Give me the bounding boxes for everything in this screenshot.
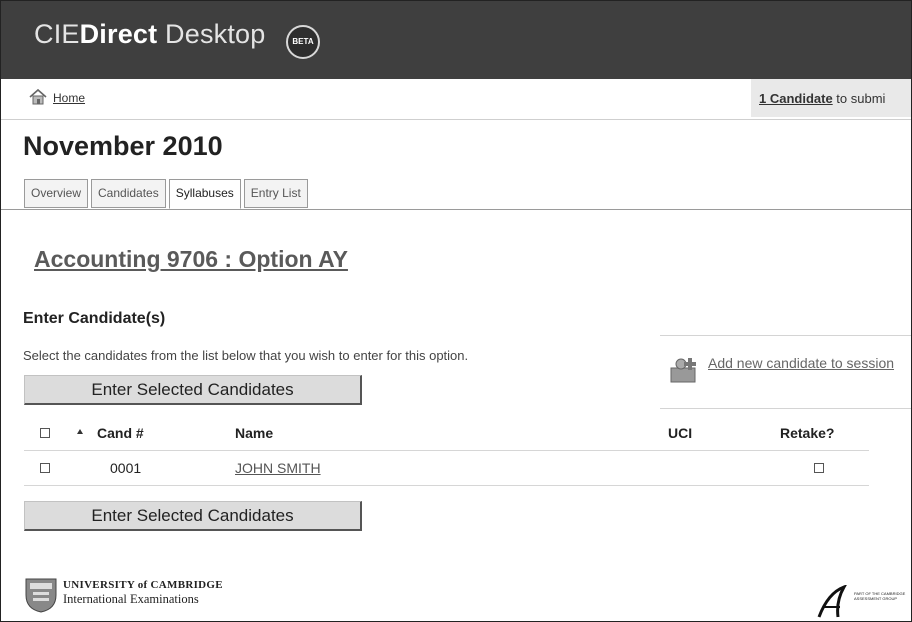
cand-number: 0001 [110, 460, 142, 476]
header-name[interactable]: Name [235, 425, 273, 441]
tab-entry-list[interactable]: Entry List [243, 179, 308, 208]
header-uci[interactable]: UCI [668, 425, 692, 441]
submit-count[interactable]: 1 Candidate [759, 91, 833, 106]
submit-status: 1 Candidate to submi [751, 79, 911, 117]
table-header-row: Cand # Name UCI Retake? [24, 416, 869, 451]
table-row: 0001 JOHN SMITH [24, 451, 869, 486]
tab-syllabuses[interactable]: Syllabuses [168, 179, 241, 209]
cambridge-line-2: International Examinations [63, 592, 199, 606]
page-title: November 2010 [23, 131, 223, 161]
candidates-table: Cand # Name UCI Retake? 0001 JOHN SMITH [24, 416, 869, 486]
row-select-checkbox[interactable] [40, 463, 50, 473]
cambridge-assessment-logo [817, 585, 847, 618]
tab-bar: Overview Candidates Syllabuses Entry Lis… [24, 179, 308, 209]
instructions-text: Select the candidates from the list belo… [23, 348, 469, 363]
subject-title[interactable]: Accounting 9706 : Option AY [34, 246, 348, 273]
cambridge-wordmark: UNIVERSITY of CAMBRIDGE International Ex… [63, 579, 223, 607]
candidates-to-submit-link[interactable]: 1 Candidate to submi [759, 91, 885, 106]
select-all-checkbox[interactable] [40, 428, 50, 438]
section-heading: Enter Candidate(s) [23, 310, 166, 327]
enter-selected-button-bottom[interactable]: Enter Selected Candidates [24, 501, 362, 531]
cambridge-line-1: UNIVERSITY of CAMBRIDGE [63, 579, 223, 591]
cambridge-crest-icon [25, 578, 57, 613]
sort-ascending-icon[interactable] [77, 429, 83, 434]
breadcrumb: Home 1 Candidate to submi [1, 79, 911, 120]
candidate-name-link[interactable]: JOHN SMITH [235, 460, 321, 476]
app-title-suffix: Desktop [157, 19, 266, 49]
add-candidate-panel: Add new candidate to session [660, 335, 911, 409]
app-title-prefix: CIE [34, 19, 80, 49]
submit-text: to submi [832, 91, 886, 106]
beta-badge: BETA [286, 25, 320, 59]
home-link[interactable]: Home [53, 91, 85, 105]
app-window: CIEDirect Desktop BETA Home 1 Candidate … [0, 0, 912, 622]
home-icon[interactable] [29, 88, 47, 106]
tab-divider [1, 209, 911, 210]
retake-checkbox[interactable] [814, 463, 824, 473]
app-title: CIEDirect Desktop [34, 19, 266, 50]
header-retake: Retake? [780, 425, 835, 441]
tab-overview[interactable]: Overview [24, 179, 89, 208]
add-candidate-icon[interactable] [668, 354, 700, 386]
add-new-candidate-link[interactable]: Add new candidate to session [708, 354, 908, 372]
beta-label: BETA [292, 37, 314, 46]
header-cand[interactable]: Cand # [97, 425, 144, 441]
cambridge-assessment-text: PART OF THE CAMBRIDGE ASSESSMENT GROUP [854, 591, 906, 601]
app-header: CIEDirect Desktop BETA [1, 1, 911, 79]
app-title-bold: Direct [79, 19, 158, 49]
tab-candidates[interactable]: Candidates [91, 179, 166, 208]
enter-selected-button-top[interactable]: Enter Selected Candidates [24, 375, 362, 405]
